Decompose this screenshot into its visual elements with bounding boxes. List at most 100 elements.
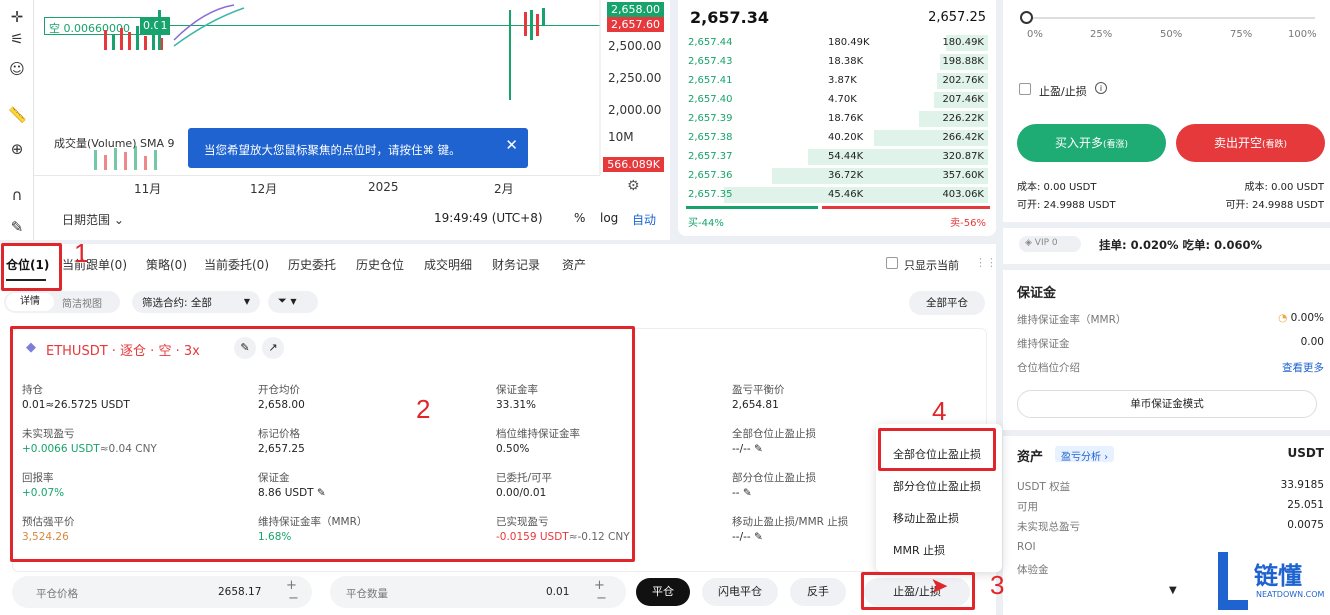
orderbook-row[interactable]: 2,657.37 54.44K 320.87K [688,148,988,166]
x-label-feb: 2月 [494,182,514,196]
menu-partial-tpsl[interactable]: 部分仓位止盈止损 [893,478,981,494]
orderbook-row[interactable]: 2,657.39 18.76K 226.22K [688,110,988,128]
drag-handle-icon[interactable]: ⋮⋮ [975,256,997,269]
position-symbol[interactable]: ETHUSDT · 逐仓 · 空 · 3x [46,340,200,359]
orderbook: 2,657.34 2,657.25 2,657.44 180.49K 180.49K… [678,0,996,236]
menu-all-tpsl[interactable]: 全部仓位止盈止损 [893,446,981,462]
date-range-button[interactable]: 日期范围 ⌄ [62,211,124,228]
tpsl-checkbox[interactable] [1019,83,1031,95]
orderbook-row[interactable]: 2,657.38 40.20K 266.42K [688,129,988,147]
single-margin-mode-button[interactable]: 单币保证金模式 [1017,390,1317,418]
detail-view-button[interactable]: 详情 [6,293,54,311]
tpsl-button[interactable]: 止盈/止损 [864,578,970,606]
simple-view-button[interactable]: 简洁视图 [62,295,102,310]
zoom-in-icon[interactable]: ⊕ [8,140,26,158]
crosshair-icon[interactable]: ✛ [8,8,26,26]
field-label: 维持保证金率（MMR） [258,516,368,528]
annotation-number-3: 3 [990,570,1005,600]
info-icon[interactable]: i [1095,82,1107,94]
close-qty-input[interactable]: 平仓数量 0.01 + − [330,576,626,608]
tab-6[interactable]: 成交明细 [424,256,472,273]
orderbook-row[interactable]: 2,657.35 45.46K 403.06K [688,186,988,204]
pencil-icon[interactable]: ✎ [8,218,26,236]
tab-3[interactable]: 当前委托(0) [204,256,269,273]
price-tag-current: 2,657.60 [607,17,664,32]
menu-mmr-stop[interactable]: MMR 止损 [893,542,945,558]
auto-toggle[interactable]: 自动 [632,211,656,228]
decrement-icon[interactable]: − [596,591,607,606]
price-chart[interactable]: 空 0.00660000 0.01 2,658.00 2,657.60 2,50… [34,0,670,240]
close-price-value: 2658.17 [218,586,262,598]
orderbook-price: 2,657.43 [688,56,733,67]
field-value: 8.86 USDT ✎ [258,487,326,499]
orderbook-total: 357.60K [942,170,984,181]
edit-icon[interactable]: ✎ [314,487,326,499]
field-value: 3,524.26 [22,531,69,543]
orderbook-row[interactable]: 2,657.36 36.72K 357.60K [688,167,988,185]
tab-2[interactable]: 策略(0) [146,256,187,273]
log-toggle[interactable]: log [600,211,618,225]
contract-filter[interactable]: 筛选合约: 全部 ▼ [132,291,260,313]
percent-toggle[interactable]: % [574,211,585,225]
edit-icon[interactable]: ✎ [751,443,763,455]
slider-mark-100: 100% [1288,29,1317,40]
orderbook-total: 403.06K [942,189,984,200]
only-current-checkbox[interactable] [886,257,898,269]
edit-icon[interactable]: ✎ [234,337,256,359]
orderbook-price: 2,657.44 [688,37,733,48]
asset-label: 未实现总盈亏 [1017,521,1080,533]
slider-handle[interactable] [1020,11,1033,24]
tab-0[interactable]: 仓位(1) [6,256,49,273]
volume-indicator-title[interactable]: 成交量(Volume) SMA 9 [54,135,174,151]
close-icon[interactable]: ✕ [505,136,518,154]
field-label: 档位维持保证金率 [496,428,580,440]
volume-axis-label: 10M [608,130,634,144]
see-more-link[interactable]: 查看更多 [1282,360,1324,375]
candles-left [104,26,163,50]
vip-badge[interactable]: ◈ VIP 0 [1019,236,1081,252]
sell-short-button[interactable]: 卖出开空(看跌) [1176,124,1325,162]
decrement-icon[interactable]: − [288,591,299,606]
orderbook-row[interactable]: 2,657.40 4.70K 207.46K [688,91,988,109]
field-value-text: 0.00/0.01 [496,487,547,499]
settings-icon[interactable]: ⚙ [627,178,640,194]
reverse-button[interactable]: 反手 [790,578,846,606]
close-price-label: 平仓价格 [36,588,78,600]
field-value: +0.07% [22,487,64,499]
flash-close-button[interactable]: 闪电平仓 [702,578,778,606]
slider-mark-50: 50% [1160,29,1183,40]
share-icon[interactable]: ↗ [262,337,284,359]
field-label: 已委托/可平 [496,472,553,484]
ruler-icon[interactable]: 📏 [8,106,27,124]
buy-long-button[interactable]: 买入开多(看涨) [1017,124,1166,162]
close-price-input[interactable]: 平仓价格 2658.17 + − [12,576,312,608]
close-all-button[interactable]: 全部平仓 [909,291,985,315]
tab-8[interactable]: 资产 [562,256,586,273]
sell-ratio: 卖-56% [950,218,986,229]
tab-5[interactable]: 历史仓位 [356,256,404,273]
orderbook-row[interactable]: 2,657.44 180.49K 180.49K [688,34,988,52]
magnet-icon[interactable]: ∩ [8,186,26,204]
close-position-button[interactable]: 平仓 [636,578,690,606]
tab-1[interactable]: 当前跟单(0) [62,256,127,273]
filter-button[interactable]: ⏷ ▼ [268,291,318,313]
brand-domain: NEATDOWN.COM [1256,590,1325,599]
logo-mark [1218,552,1248,610]
edit-icon[interactable]: ✎ [740,487,752,499]
leverage-slider-track[interactable] [1025,17,1315,19]
trend-tools-icon[interactable]: ⚟ [8,30,26,48]
orderbook-row[interactable]: 2,657.43 18.38K 198.88K [688,53,988,71]
orderbook-size: 54.44K [828,151,864,162]
field-label: 回报率 [22,472,54,484]
orderbook-row[interactable]: 2,657.41 3.87K 202.76K [688,72,988,90]
edit-icon[interactable]: ✎ [751,531,763,543]
chevron-down-icon[interactable]: ▼ [1169,585,1177,596]
menu-trailing-tpsl[interactable]: 移动止盈止损 [893,510,959,526]
orderbook-size: 180.49K [828,37,870,48]
tab-4[interactable]: 历史委托 [288,256,336,273]
order-panel: 0% 25% 50% 75% 100% 止盈/止损 i 买入开多(看涨) 卖出开… [1003,0,1330,615]
tab-7[interactable]: 财务记录 [492,256,540,273]
orderbook-price: 2,657.35 [688,189,733,200]
pnl-analysis-link[interactable]: 盈亏分析 › [1055,446,1115,463]
emoji-icon[interactable]: ☺ [8,60,26,78]
